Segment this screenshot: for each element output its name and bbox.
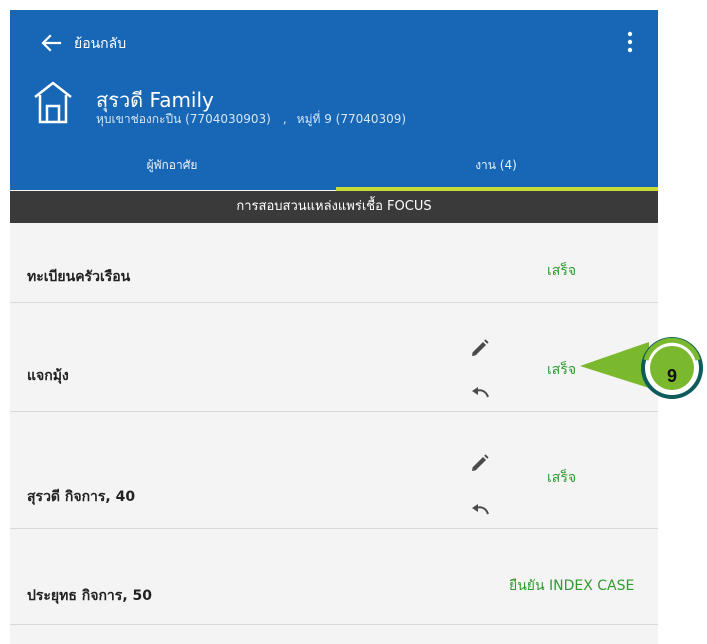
app-screen: ย้อนกลับ สุรวดี Family หุบเขาช่องกะปืน (… (10, 10, 658, 644)
task-status[interactable]: เสร็จ (547, 260, 576, 282)
investigation-banner: การสอบสวนแหล่งแพร่เชื้อ FOCUS (10, 191, 658, 223)
village-code: หุบเขาช่องกะปืน (7704030903) (96, 112, 271, 126)
task-row-person-suravadee[interactable]: สุรวดี กิจการ, 40 เสร็จ (10, 412, 658, 529)
step-number: 9 (666, 366, 677, 386)
task-status[interactable]: เสร็จ (547, 467, 576, 489)
task-label: แจกมุ้ง (27, 368, 69, 384)
pencil-icon[interactable] (469, 452, 491, 474)
task-label: สุรวดี กิจการ, 40 (27, 489, 136, 505)
moo-code: หมู่ที่ 9 (77040309) (296, 112, 407, 126)
back-label[interactable]: ย้อนกลับ (74, 33, 126, 55)
app-bar: ย้อนกลับ สุรวดี Family หุบเขาช่องกะปืน (… (10, 10, 658, 191)
task-label: ทะเบียนครัวเรือน (27, 269, 131, 285)
undo-icon[interactable] (469, 382, 491, 402)
undo-icon[interactable] (469, 499, 491, 519)
house-icon (34, 81, 72, 124)
tab-residents[interactable]: ผู้พักอาศัย (10, 156, 334, 175)
tab-tasks[interactable]: งาน (4) (334, 156, 658, 175)
confirm-index-case-link[interactable]: ยืนยัน INDEX CASE (509, 575, 634, 597)
task-label: ประยุทธ กิจการ, 50 (27, 588, 152, 604)
task-status[interactable]: เสร็จ (547, 359, 576, 381)
location-separator: , (282, 112, 287, 126)
pencil-icon[interactable] (469, 337, 491, 359)
task-row-person-prayut[interactable]: ประยุทธ กิจการ, 50 ยืนยัน INDEX CASE (10, 529, 658, 625)
arrow-left-icon[interactable] (36, 28, 66, 58)
task-row-mosquito-net[interactable]: แจกมุ้ง เสร็จ (10, 303, 658, 412)
family-location: หุบเขาช่องกะปืน (7704030903), หมู่ที่ 9 (… (96, 110, 406, 129)
task-row-household-register[interactable]: ทะเบียนครัวเรือน เสร็จ (10, 223, 658, 303)
more-vert-icon[interactable] (620, 28, 640, 56)
